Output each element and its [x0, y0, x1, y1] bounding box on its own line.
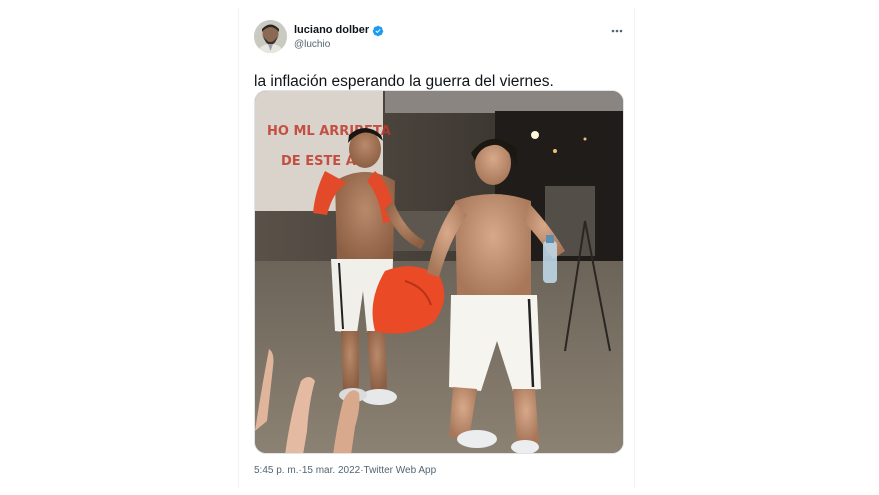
tweet-card: luciano dolber @luchio la inflación espe…: [238, 8, 635, 488]
more-horizontal-icon: [611, 29, 623, 33]
author-name-row[interactable]: luciano dolber: [294, 23, 384, 37]
username[interactable]: @luchio: [294, 38, 330, 51]
tweet-metadata: 5:45 p. m. · 15 mar. 2022 · Twitter Web …: [254, 464, 436, 478]
display-name[interactable]: luciano dolber: [294, 23, 369, 37]
avatar-image: [254, 20, 287, 53]
tweet-text: la inflación esperando la guerra del vie…: [254, 73, 554, 90]
tweet-photo[interactable]: HO ML ARRIBETA DE ESTE AN: [254, 90, 624, 454]
tweet-time[interactable]: 5:45 p. m.: [254, 464, 298, 478]
verified-badge-icon: [372, 24, 384, 37]
photo-illustration: HO ML ARRIBETA DE ESTE AN: [255, 91, 623, 453]
more-options-button[interactable]: [607, 24, 627, 38]
tweet-date[interactable]: 15 mar. 2022: [302, 464, 360, 478]
avatar[interactable]: [254, 20, 287, 53]
tweet-source[interactable]: Twitter Web App: [364, 464, 437, 478]
